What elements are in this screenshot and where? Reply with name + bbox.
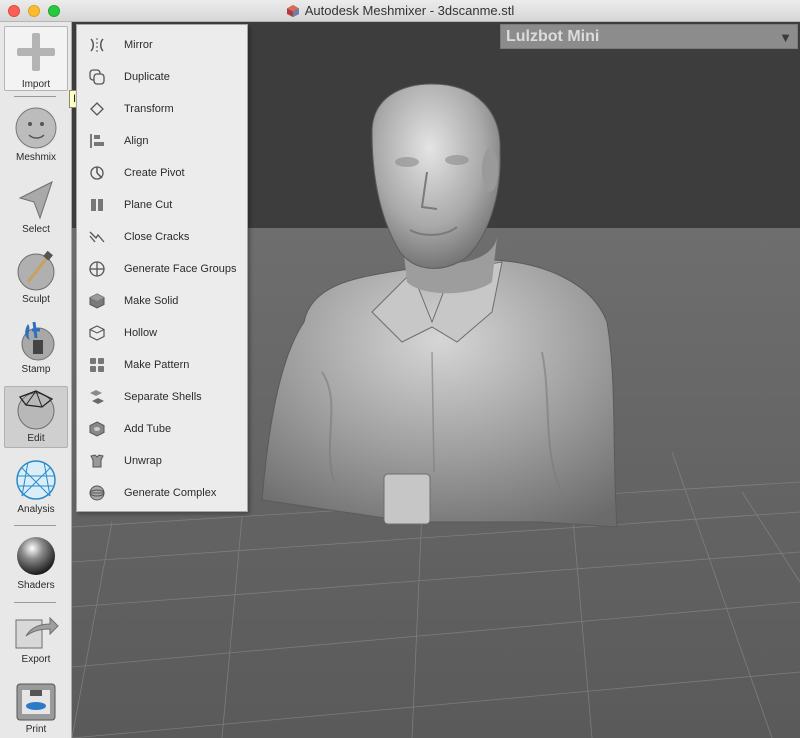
print-tool[interactable]: Print	[4, 682, 68, 738]
menu-item-make-solid[interactable]: Make Solid	[77, 285, 247, 317]
select-tool-label: Select	[22, 224, 50, 235]
meshmixer-app-icon	[286, 4, 299, 17]
window-title: Autodesk Meshmixer - 3dscanme.stl	[304, 3, 515, 18]
printer-3d-icon	[16, 683, 56, 721]
meshmix-head-icon	[15, 107, 57, 149]
export-icon	[15, 616, 59, 649]
print-tool-label: Print	[25, 724, 47, 735]
window-controls	[8, 5, 60, 17]
plane-cut-icon	[91, 199, 103, 211]
import-tool-label: Import	[21, 79, 51, 90]
shaders-tool[interactable]: Shaders	[4, 534, 68, 596]
duplicate-icon	[89, 69, 105, 85]
menu-item-separate-shells[interactable]: Separate Shells	[77, 381, 247, 413]
sculpt-tool[interactable]: Sculpt	[4, 248, 68, 310]
generate-complex-icon	[89, 485, 105, 501]
make-solid-icon	[89, 293, 105, 309]
menu-item-close-cracks[interactable]: Close Cracks	[77, 221, 247, 253]
shader-sphere-icon	[17, 537, 55, 575]
edit-mesh-icon	[17, 390, 55, 430]
stamp-tool[interactable]: Stamp	[4, 318, 68, 380]
add-tube-icon	[89, 421, 105, 437]
close-cracks-icon	[89, 231, 105, 243]
hollow-icon	[89, 325, 105, 341]
menu-item-unwrap[interactable]: Unwrap	[77, 445, 247, 477]
cursor-arrow-icon	[18, 181, 53, 220]
menu-item-plane-cut[interactable]: Plane Cut	[77, 189, 247, 221]
printer-select-value: Lulzbot Mini	[506, 27, 600, 45]
stamp-icon	[21, 321, 55, 361]
printer-select[interactable]: Lulzbot Mini ▼	[500, 24, 798, 49]
plus-icon	[17, 33, 55, 71]
menu-item-transform[interactable]: Transform	[77, 93, 247, 125]
left-toolbar: Import Meshmix Select Sculpt Stamp Edit …	[0, 22, 72, 738]
align-icon	[90, 134, 104, 148]
toolbar-divider	[14, 96, 56, 97]
meshmix-tool[interactable]: Meshmix	[4, 106, 68, 168]
meshmix-tool-label: Meshmix	[15, 152, 56, 163]
title-bar: Autodesk Meshmixer - 3dscanme.stl	[0, 0, 800, 22]
menu-item-mirror[interactable]: Mirror	[77, 29, 247, 61]
menu-item-generate-complex[interactable]: Generate Complex	[77, 477, 247, 509]
toolbar-divider	[14, 602, 56, 603]
sculpt-brush-icon	[17, 250, 55, 291]
unwrap-icon	[90, 454, 104, 468]
toolbar-divider	[14, 525, 56, 526]
analysis-tool[interactable]: Analysis	[4, 458, 68, 520]
close-window-button[interactable]	[8, 5, 20, 17]
transform-icon	[90, 102, 104, 116]
edit-menu: Mirror Duplicate Transform Align Create …	[76, 24, 248, 512]
maximize-window-button[interactable]	[48, 5, 60, 17]
menu-item-align[interactable]: Align	[77, 125, 247, 157]
separate-shells-icon	[90, 390, 104, 404]
menu-item-hollow[interactable]: Hollow	[77, 317, 247, 349]
face-groups-icon	[89, 261, 105, 277]
stamp-tool-label: Stamp	[21, 364, 51, 375]
edit-tool[interactable]: Edit	[4, 386, 68, 448]
minimize-window-button[interactable]	[28, 5, 40, 17]
mirror-icon	[90, 38, 104, 52]
shaders-tool-label: Shaders	[17, 580, 55, 591]
import-tool[interactable]: Import	[4, 26, 68, 91]
menu-item-make-pattern[interactable]: Make Pattern	[77, 349, 247, 381]
window-title-group: Autodesk Meshmixer - 3dscanme.stl	[286, 3, 515, 18]
edit-tool-label: Edit	[27, 433, 45, 444]
menu-item-add-tube[interactable]: Add Tube	[77, 413, 247, 445]
export-tool-label: Export	[21, 654, 51, 665]
sculpt-tool-label: Sculpt	[22, 294, 50, 305]
export-tool[interactable]: Export	[4, 612, 68, 674]
analysis-tool-label: Analysis	[17, 504, 55, 515]
menu-item-generate-face-groups[interactable]: Generate Face Groups	[77, 253, 247, 285]
make-pattern-icon	[90, 358, 104, 372]
menu-item-duplicate[interactable]: Duplicate	[77, 61, 247, 93]
menu-item-create-pivot[interactable]: Create Pivot	[77, 157, 247, 189]
pivot-icon	[90, 166, 104, 180]
select-tool[interactable]: Select	[4, 178, 68, 240]
analysis-mesh-icon	[16, 460, 56, 500]
dropdown-arrow-icon[interactable]: ▼	[779, 30, 792, 45]
